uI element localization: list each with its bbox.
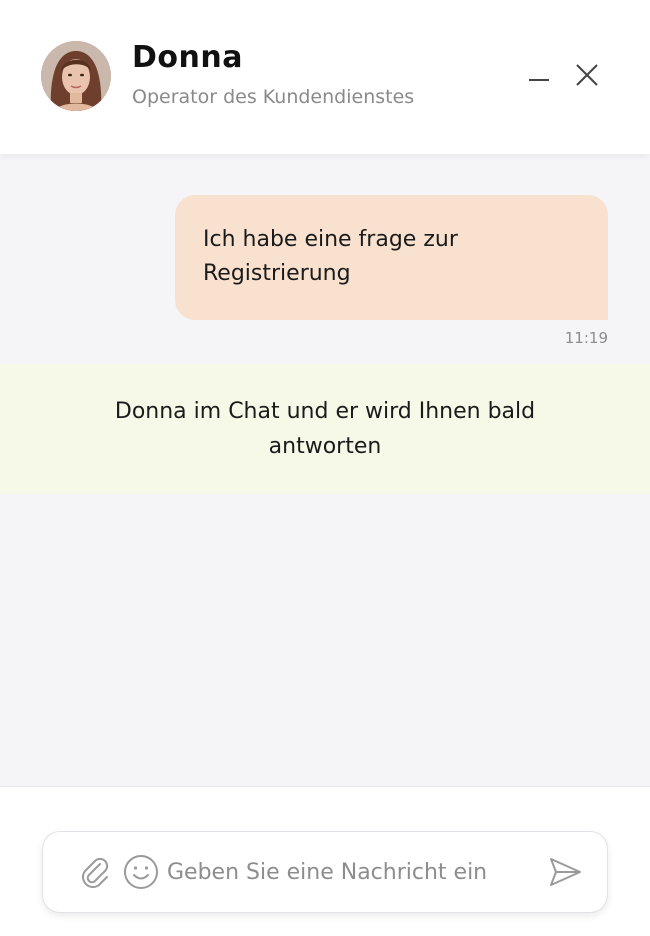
minimize-icon [529, 79, 549, 81]
message-composer [42, 831, 608, 913]
smiley-icon [124, 855, 158, 889]
agent-name: Donna [132, 40, 243, 75]
send-button[interactable] [545, 852, 585, 892]
attach-button[interactable] [75, 852, 115, 892]
send-icon [550, 858, 581, 886]
message-timestamp: 11:19 [564, 329, 608, 347]
chat-header: Donna Operator des Kundendienstes [0, 0, 650, 154]
close-icon [576, 64, 598, 86]
status-notice-text: Donna im Chat und er wird Ihnen bald ant… [114, 399, 536, 459]
composer-footer [0, 786, 650, 936]
status-notice: Donna im Chat und er wird Ihnen bald ant… [0, 364, 650, 494]
agent-avatar [41, 41, 111, 111]
chat-area: Ich habe eine frage zur Registrierung 11… [0, 154, 650, 786]
close-button[interactable] [570, 58, 604, 92]
message-input[interactable] [167, 852, 537, 892]
minimize-button[interactable] [522, 58, 556, 92]
emoji-button[interactable] [121, 852, 161, 892]
paperclip-icon [82, 857, 109, 888]
agent-role: Operator des Kundendienstes [132, 86, 415, 108]
user-message-bubble: Ich habe eine frage zur Registrierung [175, 195, 608, 320]
